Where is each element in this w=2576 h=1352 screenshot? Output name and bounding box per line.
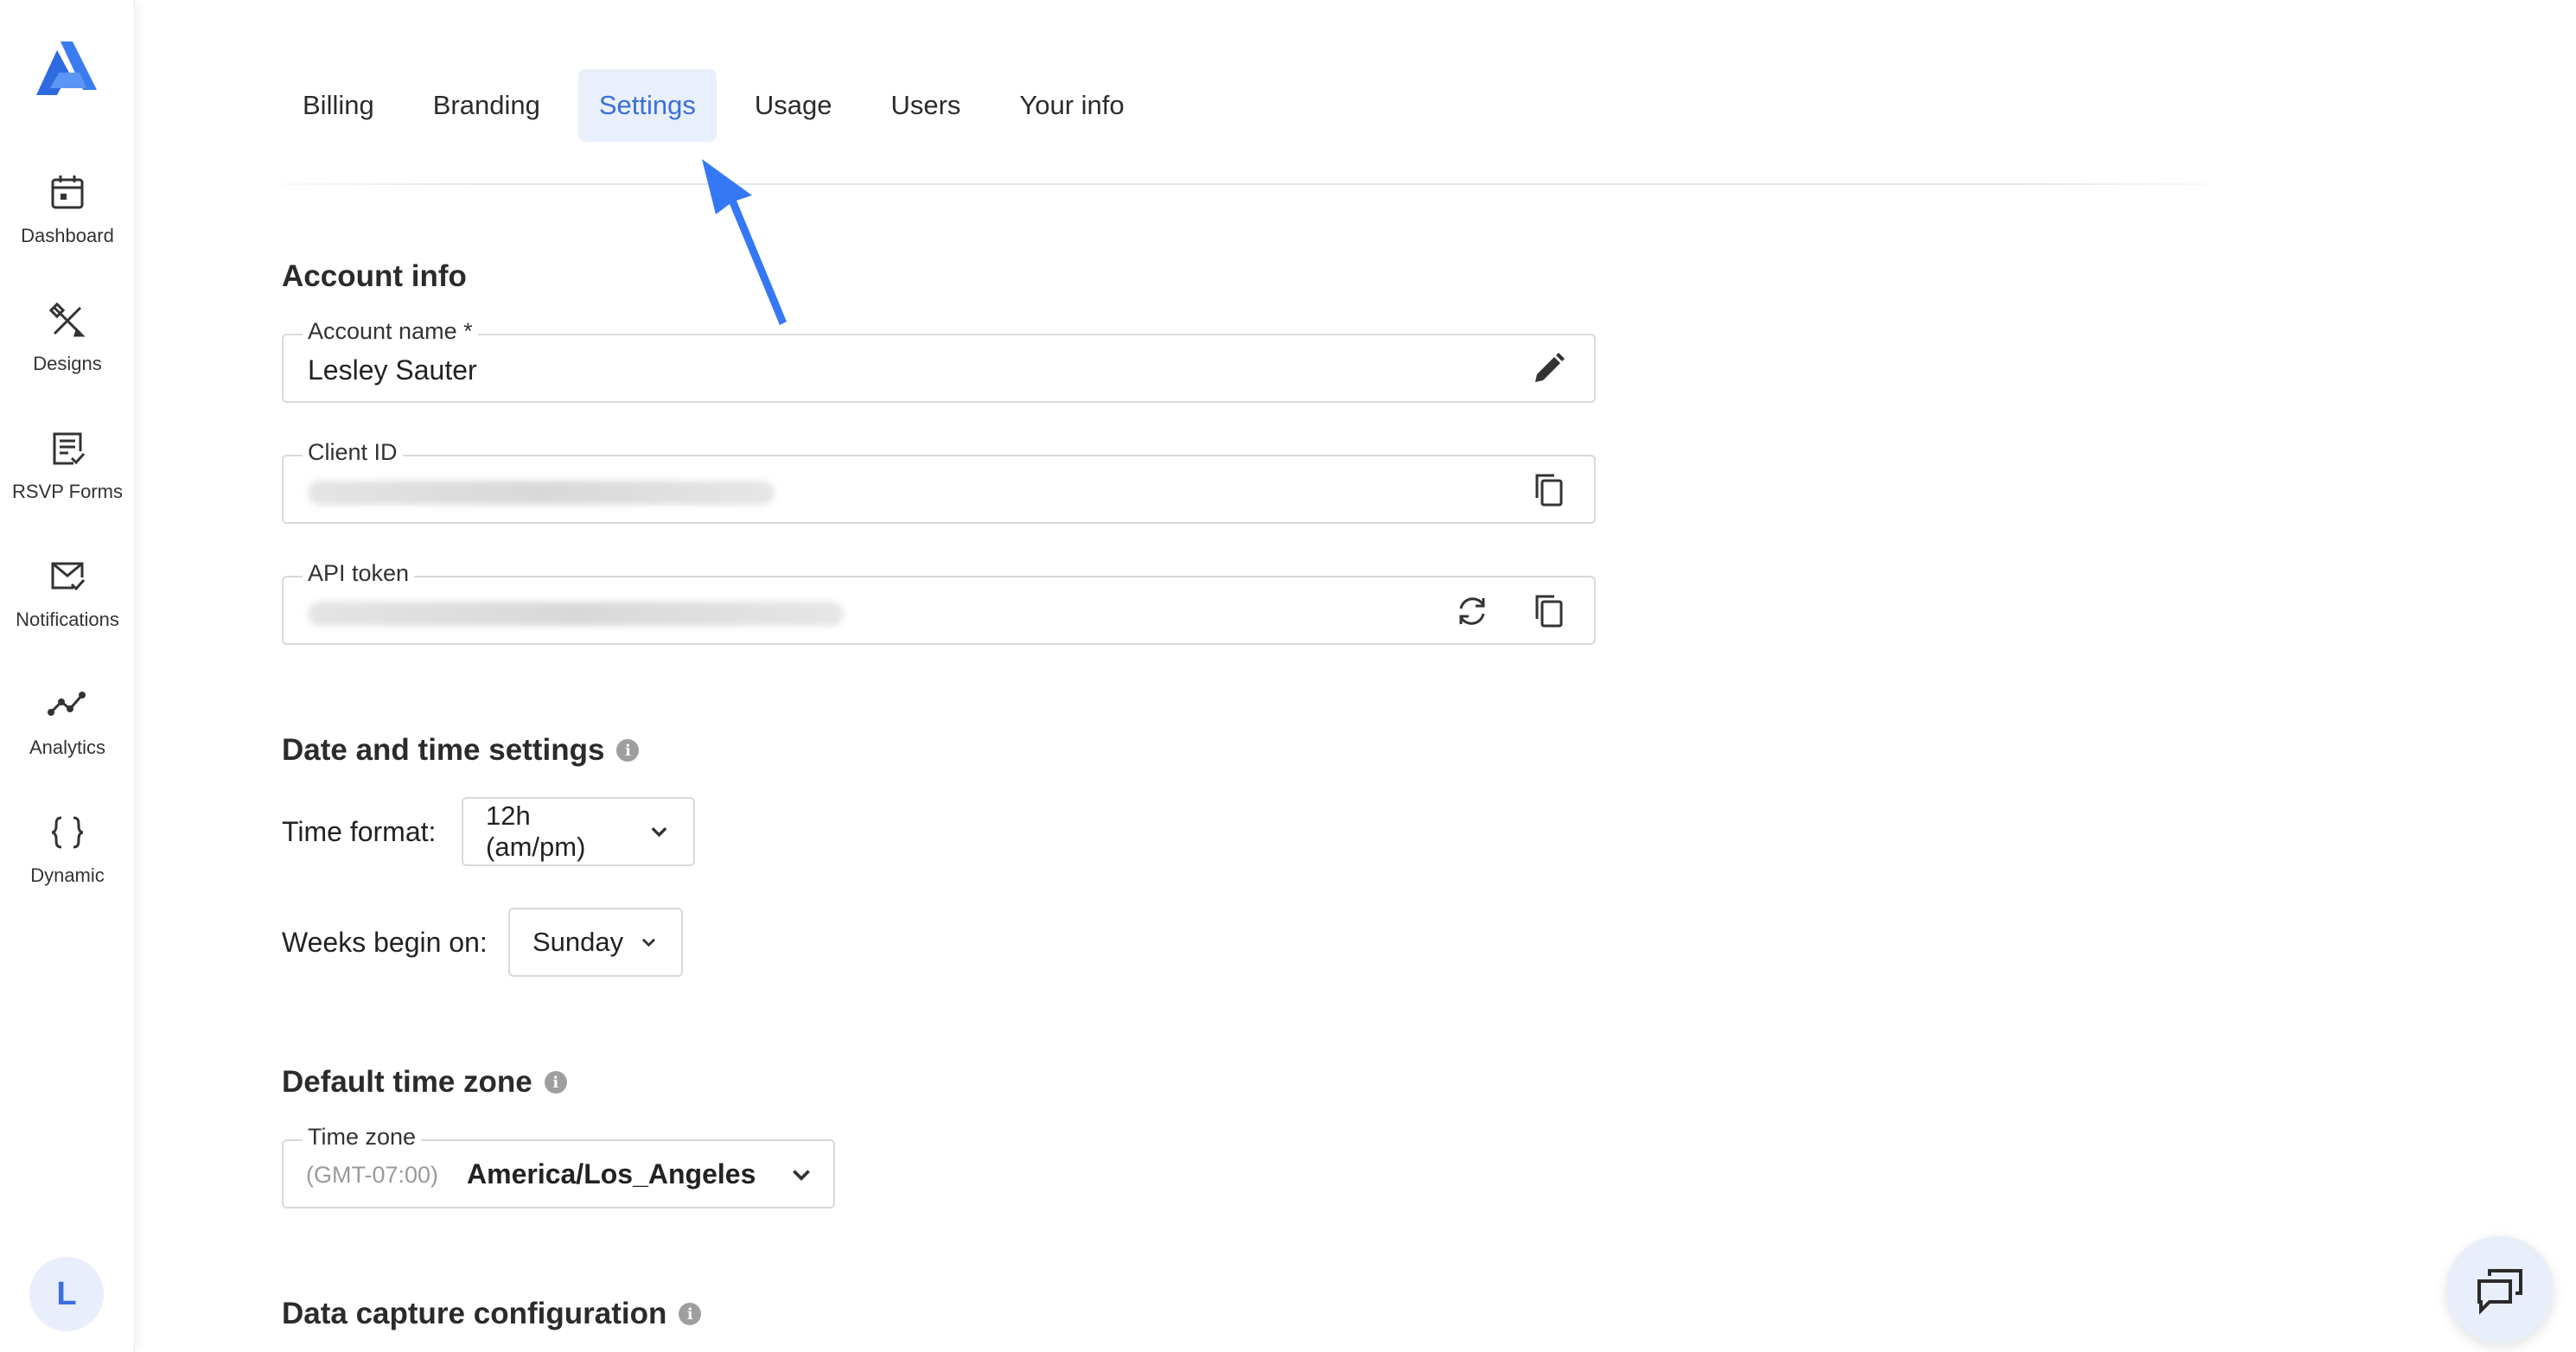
sidebar-item-label: Dynamic (30, 864, 105, 886)
sidebar-item-dashboard[interactable]: Dashboard (0, 173, 135, 277)
sidebar: Dashboard Designs RSVP Forms Notificatio… (0, 0, 135, 1352)
sidebar-item-label: RSVP Forms (12, 481, 123, 502)
info-icon[interactable]: i (679, 1303, 702, 1325)
copy-icon[interactable] (1528, 470, 1568, 510)
sidebar-item-notifications[interactable]: Notifications (0, 557, 135, 660)
chevron-down-icon (793, 1170, 810, 1181)
info-icon[interactable]: i (544, 1071, 567, 1094)
chat-support-button[interactable] (2446, 1236, 2554, 1343)
time-format-value: 12h (am/pm) (486, 800, 586, 862)
sidebar-item-dynamic[interactable]: Dynamic (0, 813, 135, 916)
client-id-field[interactable]: Client ID (282, 439, 1596, 524)
brand-logo-icon[interactable] (35, 38, 99, 99)
sidebar-item-rsvp-forms[interactable]: RSVP Forms (0, 429, 135, 533)
form-check-icon (53, 432, 86, 465)
api-token-field[interactable]: API token (282, 560, 1596, 645)
api-token-blurred-value (308, 602, 844, 626)
annotation-arrow-icon (702, 159, 787, 325)
account-name-field[interactable]: Account name * Lesley Sauter (282, 318, 1596, 403)
section-title-data-capture: Data capture configuration i (282, 1297, 702, 1331)
tab-settings[interactable]: Settings (577, 69, 717, 142)
time-format-select[interactable]: 12h (am/pm) (462, 797, 695, 866)
sidebar-item-analytics[interactable]: Analytics (0, 685, 135, 788)
avatar[interactable]: L (29, 1257, 104, 1331)
chevron-down-icon (651, 826, 667, 838)
weeks-begin-label: Weeks begin on: (282, 927, 488, 958)
chevron-down-icon (642, 938, 656, 947)
tab-usage[interactable]: Usage (734, 69, 853, 142)
time-zone-title-text: Default time zone (282, 1065, 532, 1099)
account-name-value: Lesley Sauter (308, 354, 477, 386)
sidebar-item-label: Notifications (16, 609, 119, 630)
tab-your-info[interactable]: Your info (998, 69, 1145, 142)
time-format-label: Time format: (282, 816, 437, 847)
time-zone-value: America/Los_Angeles (467, 1158, 756, 1189)
section-title-date-time: Date and time settings i (282, 733, 640, 768)
sidebar-item-label: Analytics (29, 737, 106, 758)
time-zone-label: Time zone (303, 1124, 422, 1151)
line-chart-icon (48, 692, 86, 716)
copy-icon[interactable] (1528, 591, 1568, 631)
api-token-label: API token (303, 560, 415, 587)
time-zone-offset: (GMT-07:00) (306, 1162, 439, 1188)
envelope-check-icon (51, 562, 86, 591)
tab-billing[interactable]: Billing (282, 69, 395, 142)
sidebar-item-label: Dashboard (21, 225, 114, 246)
chat-bubbles-icon (2477, 1269, 2522, 1315)
info-icon[interactable]: i (616, 739, 640, 762)
curly-braces-icon (51, 816, 84, 849)
refresh-icon[interactable] (1452, 591, 1492, 631)
client-id-blurred-value (308, 481, 775, 505)
weeks-begin-value: Sunday (532, 927, 624, 957)
account-name-label: Account name * (303, 318, 478, 345)
tab-divider (282, 183, 2209, 185)
pencil-ruler-icon (48, 302, 86, 337)
time-zone-select[interactable]: Time zone (GMT-07:00) America/Los_Angele… (282, 1124, 835, 1209)
sidebar-item-label: Designs (33, 353, 102, 374)
data-capture-title-text: Data capture configuration (282, 1297, 667, 1330)
calendar-icon (51, 175, 84, 209)
tab-branding[interactable]: Branding (412, 69, 561, 142)
client-id-label: Client ID (303, 439, 403, 466)
tab-users[interactable]: Users (870, 69, 981, 142)
date-time-title-text: Date and time settings (282, 733, 605, 767)
sidebar-item-designs[interactable]: Designs (0, 301, 135, 405)
settings-tabs: Billing Branding Settings Usage Users Yo… (282, 69, 1163, 142)
section-title-time-zone: Default time zone i (282, 1065, 567, 1100)
weeks-begin-select[interactable]: Sunday (508, 908, 683, 977)
edit-pencil-icon[interactable] (1528, 349, 1568, 389)
section-title-account-info: Account info (282, 259, 467, 293)
